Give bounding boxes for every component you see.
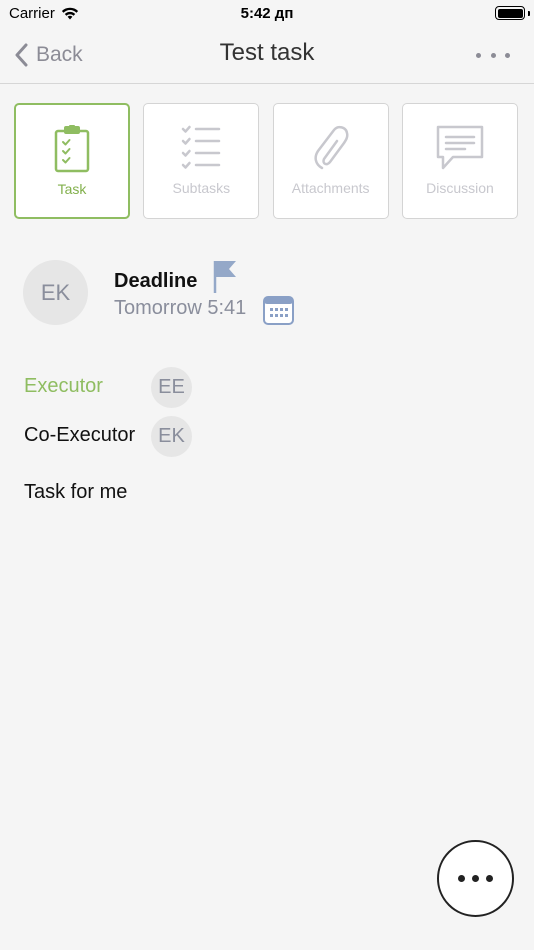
flag-icon [213, 261, 236, 293]
clipboard-checklist-icon [54, 125, 90, 173]
task-screen: Carrier 5:42 дп Back Test task Task Subt… [0, 0, 534, 950]
battery-fill [497, 8, 523, 18]
battery-tip [528, 11, 530, 16]
tab-subtasks[interactable]: Subtasks [143, 103, 260, 219]
executor-label: Executor [24, 375, 103, 397]
tab-attachments[interactable]: Attachments [272, 103, 389, 219]
chat-bubble-icon [436, 125, 484, 170]
tab-subtasks-label: Subtasks [172, 180, 231, 196]
coexecutor-avatar[interactable]: EK [151, 416, 192, 457]
paperclip-icon [314, 125, 349, 170]
tab-attachments-label: Attachments [291, 180, 370, 196]
status-bar: Carrier 5:42 дп [0, 0, 534, 28]
actions-menu-button[interactable] [437, 840, 514, 917]
tab-task[interactable]: Task [14, 103, 130, 219]
page-title: Test task [219, 39, 315, 66]
more-horizontal-icon[interactable] [476, 44, 510, 66]
tab-discussion-label: Discussion [426, 180, 494, 196]
calendar-icon[interactable] [263, 296, 294, 325]
coexecutor-label: Co-Executor [24, 424, 136, 446]
task-description: Task for me [24, 481, 128, 503]
author-avatar: EK [23, 260, 88, 325]
deadline-label: Deadline [114, 270, 198, 292]
checklist-icon [182, 125, 221, 169]
status-time: 5:42 дп [240, 5, 294, 22]
deadline-value[interactable]: Tomorrow 5:41 [114, 297, 246, 320]
battery-icon [495, 6, 525, 20]
navigation-bar: Back Test task [0, 28, 534, 84]
section-tabs: Task Subtasks Attachments Discussion [14, 103, 518, 220]
tab-task-label: Task [57, 181, 87, 197]
tab-discussion[interactable]: Discussion [401, 103, 518, 219]
executor-avatar[interactable]: EE [151, 367, 192, 408]
